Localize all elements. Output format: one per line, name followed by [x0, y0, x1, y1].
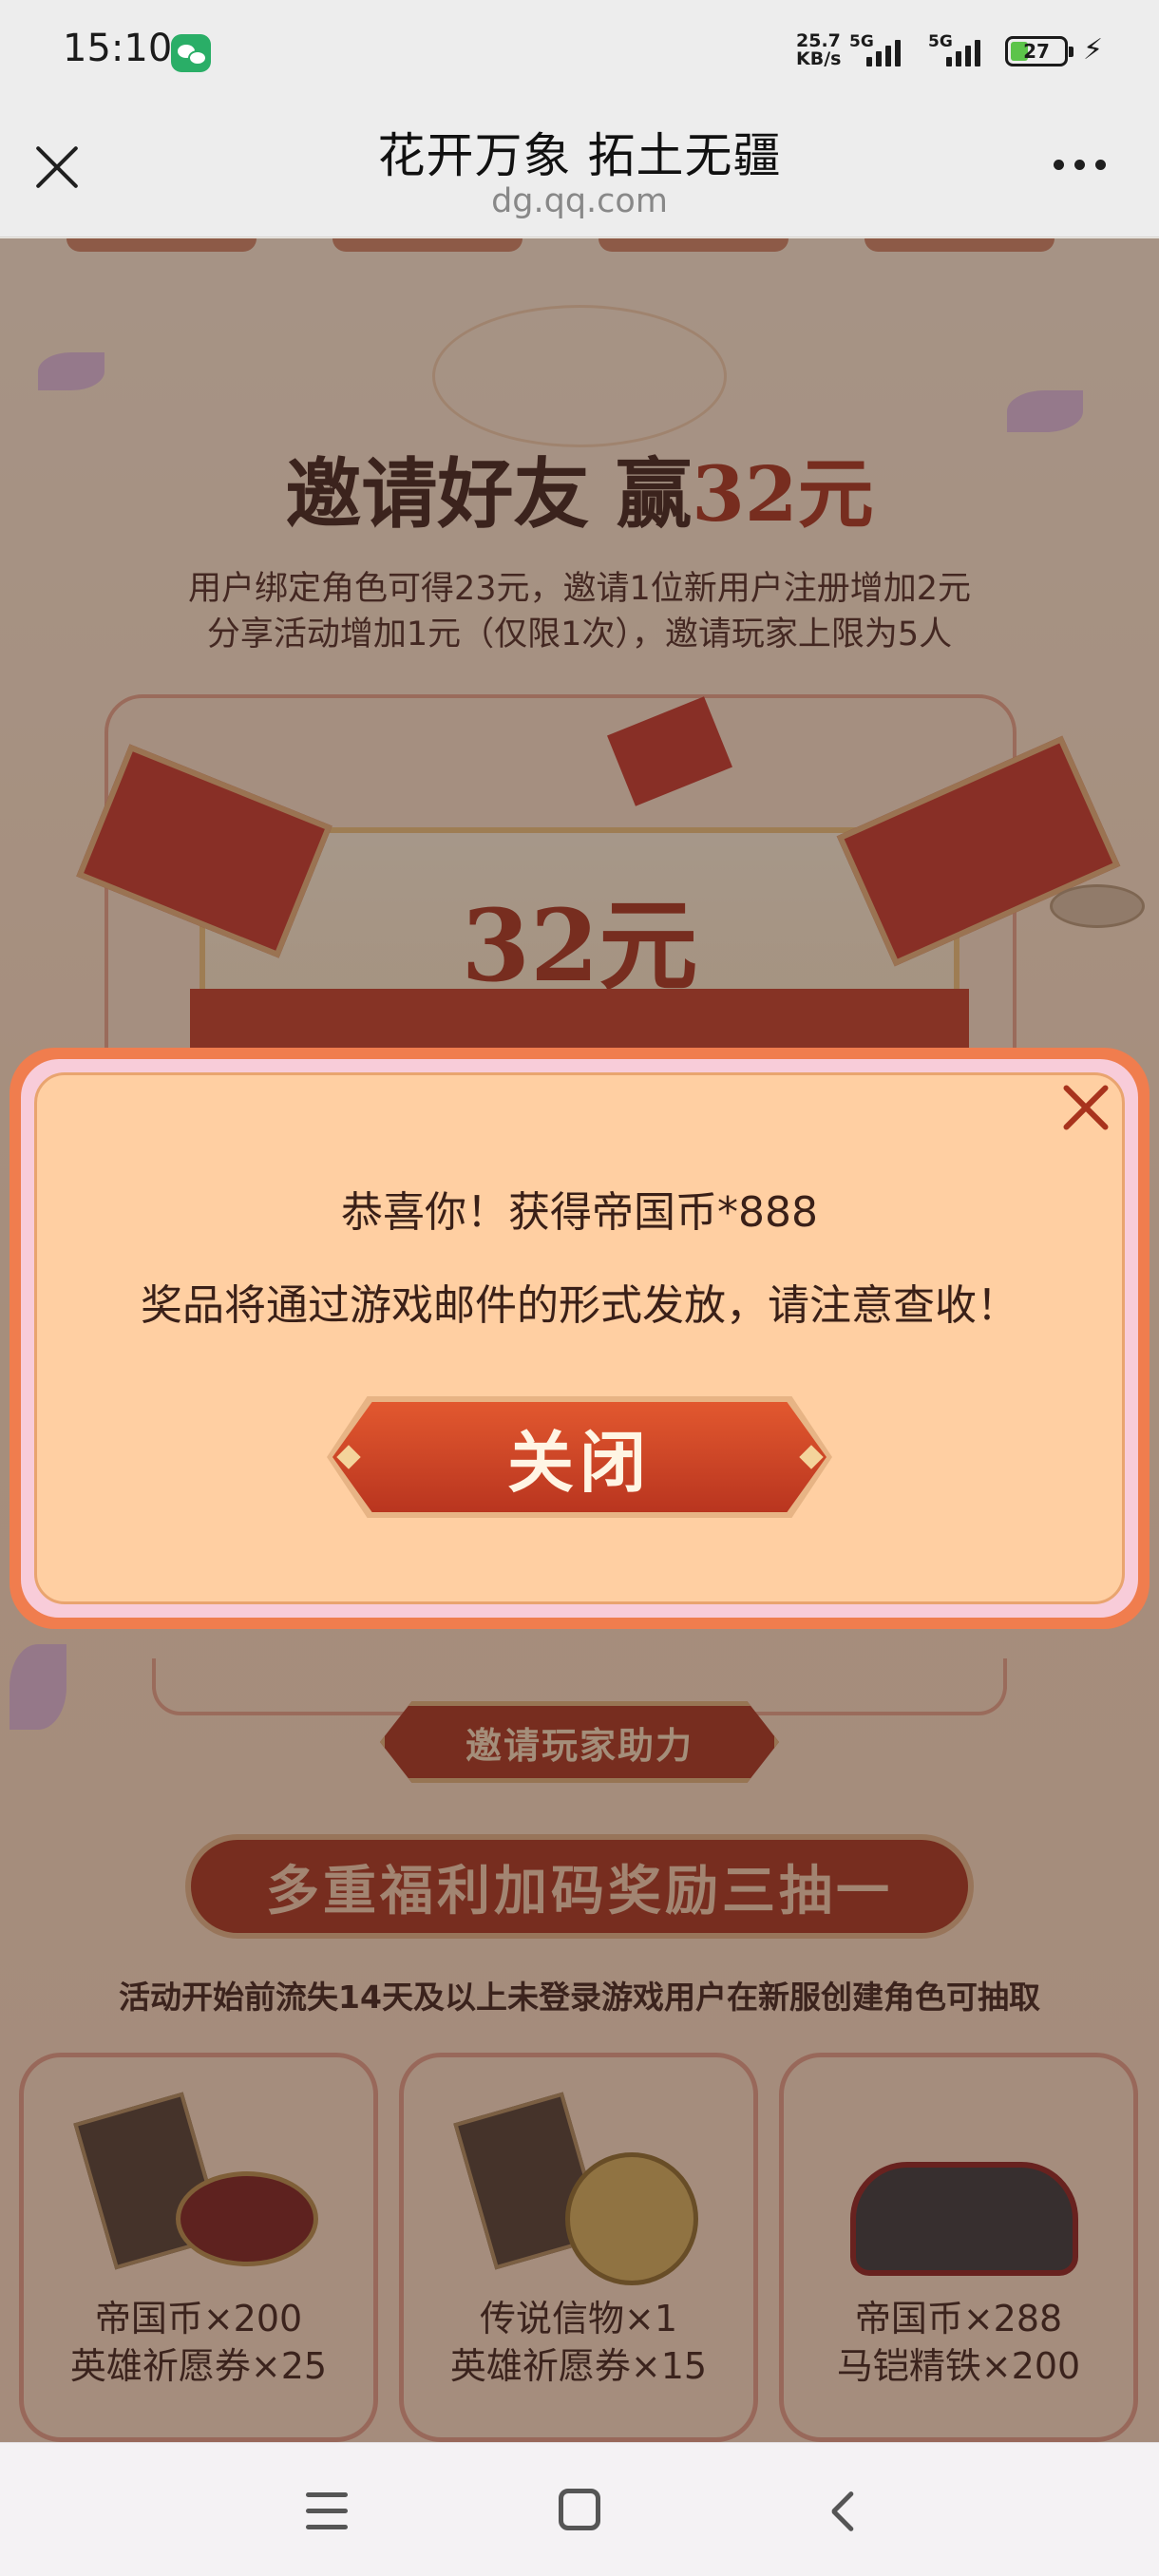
bolt-icon: ⚡	[1083, 33, 1104, 66]
system-nav-bar	[0, 2442, 1159, 2576]
close-button-label: 关闭	[507, 1422, 652, 1502]
modal-message-title: 恭喜你！获得帝国币*888	[341, 1188, 818, 1237]
status-time: 15:10	[63, 27, 173, 70]
more-dots-icon[interactable]	[1054, 160, 1106, 170]
page-title: 花开万象 拓土无疆	[377, 128, 782, 183]
wechat-icon	[171, 34, 211, 72]
battery-icon: 27	[1005, 36, 1074, 66]
screen: 15:10 25.7 KB/s 5G 5G 27 ⚡ 花开万象 拓土无疆 dg.…	[0, 0, 1159, 2576]
back-icon[interactable]	[819, 2491, 857, 2529]
network-speed-unit: KB/s	[796, 48, 842, 69]
signal-icon	[866, 36, 901, 66]
signal-icon	[946, 36, 980, 66]
battery-level: 27	[1023, 40, 1050, 63]
modal-border	[21, 1059, 1138, 1618]
menu-icon[interactable]	[306, 2492, 348, 2530]
close-icon[interactable]	[1061, 1083, 1111, 1132]
modal-message-body: 奖品将通过游戏邮件的形式发放，请注意查收！	[141, 1281, 1018, 1330]
status-bar: 15:10 25.7 KB/s 5G 5G 27 ⚡	[0, 0, 1159, 104]
page-url: dg.qq.com	[491, 182, 668, 220]
network-speed: 25.7 KB/s	[796, 32, 841, 68]
home-icon[interactable]	[559, 2489, 600, 2530]
reward-modal	[10, 1048, 1150, 1629]
browser-header: 花开万象 拓土无疆 dg.qq.com	[0, 104, 1159, 237]
close-button[interactable]: 关闭	[332, 1402, 826, 1512]
modal-body	[34, 1072, 1125, 1604]
